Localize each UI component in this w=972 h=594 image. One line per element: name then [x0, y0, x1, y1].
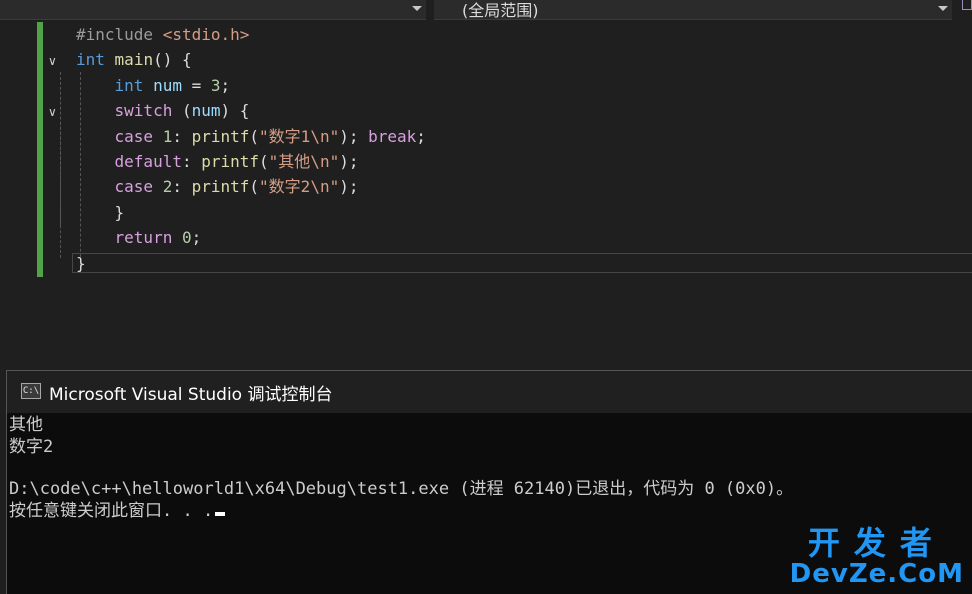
change-tracking-bar: [37, 22, 43, 277]
code-token: return: [114, 228, 173, 248]
code-line[interactable]: int num = 3;: [76, 73, 231, 98]
code-line[interactable]: default: printf("其他\n");: [76, 149, 359, 174]
project-dropdown[interactable]: [0, 0, 426, 20]
console-output-line: 其他: [9, 415, 43, 435]
console-output-line: D:\code\c++\helloworld1\x64\Debug\test1.…: [9, 479, 794, 499]
code-token: :: [172, 126, 192, 146]
fold-chevron-icon[interactable]: ∨: [48, 55, 60, 67]
code-token: break: [368, 126, 417, 146]
code-token: num: [191, 101, 221, 121]
text-cursor: [215, 512, 226, 516]
code-token: }: [76, 202, 125, 222]
code-line[interactable]: }: [76, 200, 125, 225]
chevron-down-icon[interactable]: [412, 6, 422, 11]
watermark-line1: 开发者: [807, 524, 946, 562]
scope-dropdown[interactable]: (全局范围): [434, 0, 952, 20]
code-token: 2: [162, 177, 173, 197]
code-token: default: [114, 152, 182, 171]
navigation-bar: (全局范围): [0, 0, 972, 20]
code-token: case: [114, 177, 154, 197]
fold-chevron-icon[interactable]: ∨: [48, 106, 60, 118]
code-token: :: [172, 177, 192, 197]
watermark-line2: DevZe.CoM: [789, 559, 964, 589]
fold-guide: [60, 122, 61, 226]
watermark-logo: 开发者 DevZe.CoM: [790, 526, 964, 588]
code-token: "数字2\n": [259, 177, 340, 197]
code-token: case: [114, 126, 154, 146]
code-token: ) {: [220, 101, 250, 121]
code-token: );: [339, 126, 369, 146]
code-token: ;: [416, 126, 426, 146]
code-token: (: [259, 152, 269, 171]
code-token: (: [172, 101, 192, 121]
code-line[interactable]: case 2: printf("数字2\n");: [76, 174, 359, 199]
code-token: 3: [210, 75, 221, 95]
code-token: "其他\n": [268, 152, 340, 171]
current-line-highlight: [72, 253, 972, 273]
code-line[interactable]: return 0;: [76, 225, 202, 250]
code-line[interactable]: int main() {: [76, 47, 192, 72]
console-output-line: 数字2: [9, 437, 54, 457]
code-line[interactable]: switch (num) {: [76, 98, 250, 123]
code-token: =: [181, 75, 211, 95]
code-token: ;: [191, 228, 202, 248]
code-token: (: [249, 177, 260, 197]
code-line[interactable]: }: [76, 251, 86, 276]
code-token: printf: [201, 152, 260, 171]
code-token: (: [249, 126, 260, 146]
code-token: );: [339, 177, 359, 197]
code-token: num: [153, 75, 182, 95]
code-token: () {: [153, 50, 192, 70]
code-token: );: [339, 152, 359, 171]
console-title: Microsoft Visual Studio 调试控制台: [49, 385, 333, 405]
code-line[interactable]: #include <stdio.h>: [76, 22, 249, 47]
scope-dropdown-value: (全局范围): [462, 1, 539, 20]
code-token: :: [181, 152, 202, 171]
member-dropdown-edge[interactable]: [962, 0, 972, 10]
code-token: 1: [162, 126, 173, 146]
code-token: int: [114, 75, 144, 95]
console-prompt-line: 按任意键关闭此窗口. . .: [9, 500, 226, 522]
code-token: "数字1\n": [259, 126, 340, 146]
code-line[interactable]: case 1: printf("数字1\n"); break;: [76, 124, 426, 149]
code-editor[interactable]: ∨ ∨ #include <stdio.h> int main() { int n…: [0, 20, 972, 370]
console-prompt-text: 按任意键关闭此窗口. . .: [9, 501, 214, 521]
console-titlebar[interactable]: C:\ Microsoft Visual Studio 调试控制台: [7, 371, 972, 413]
code-token: main: [114, 50, 154, 70]
code-token: ;: [220, 75, 231, 95]
code-token: switch: [114, 101, 173, 121]
console-app-icon: C:\: [21, 383, 41, 399]
code-token: }: [76, 253, 86, 273]
code-token: printf: [191, 177, 250, 197]
code-token: int: [76, 50, 105, 70]
code-token: 0: [181, 228, 192, 248]
chevron-down-icon[interactable]: [938, 6, 948, 11]
code-token: <stdio.h>: [162, 25, 250, 44]
code-token: printf: [191, 126, 250, 146]
code-token: #include: [76, 25, 163, 44]
